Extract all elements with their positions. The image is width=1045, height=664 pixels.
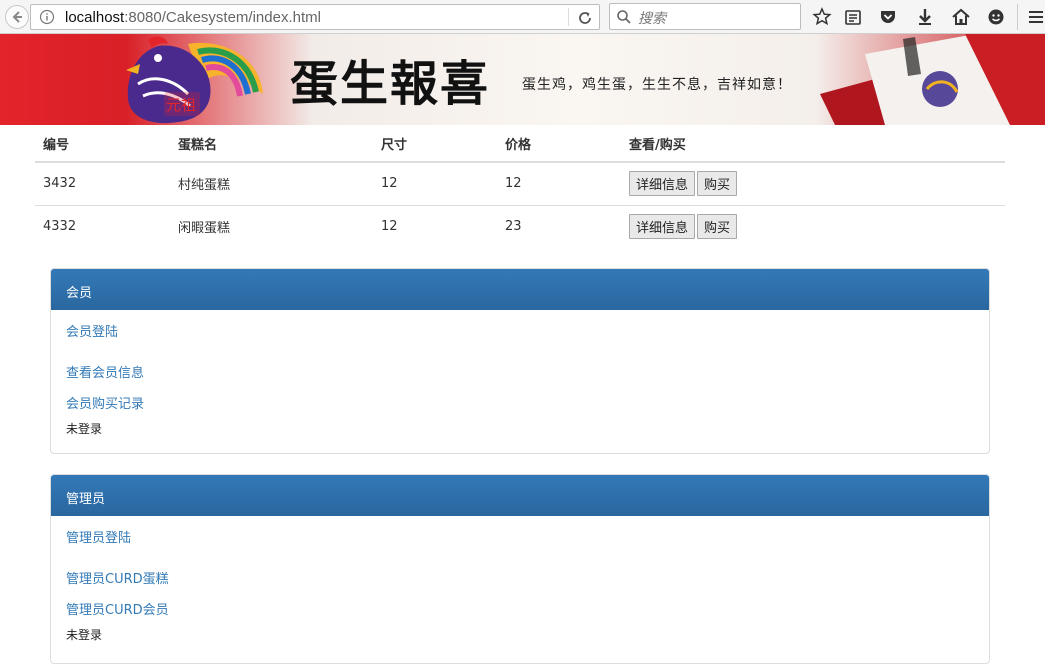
- view-member-info-link[interactable]: 查看会员信息: [66, 362, 974, 381]
- admin-curd-members-link[interactable]: 管理员CURD会员: [66, 599, 974, 618]
- browser-toolbar: localhost:8080/Cakesystem/index.html 搜索: [0, 0, 1045, 34]
- menu-icon[interactable]: [1025, 6, 1045, 28]
- cake-actions: 详细信息 购买: [621, 205, 1005, 248]
- admin-panel: 管理员 管理员登陆 管理员CURD蛋糕 管理员CURD会员 未登录: [50, 474, 990, 664]
- buy-button[interactable]: 购买: [697, 171, 738, 197]
- cake-actions: 详细信息 购买: [621, 162, 1005, 206]
- column-header-actions: 查看/购买: [621, 125, 1005, 163]
- table-row: 3432 村纯蛋糕 12 12 详细信息 购买: [35, 162, 1005, 206]
- cake-id: 4332: [43, 219, 77, 235]
- reading-list-icon[interactable]: [842, 6, 864, 28]
- buy-button[interactable]: 购买: [697, 214, 738, 240]
- cake-name: 村纯蛋糕: [170, 162, 373, 206]
- download-icon[interactable]: [914, 6, 936, 28]
- search-icon: [617, 10, 631, 24]
- cake-size: 12: [373, 162, 497, 206]
- banner-slogan: 蛋生鸡，鸡生蛋，生生不息，吉祥如意！: [522, 77, 792, 93]
- cake-size: 12: [381, 219, 398, 235]
- detail-button[interactable]: 详细信息: [629, 214, 696, 240]
- gift-box-image: [820, 34, 1045, 125]
- search-bar[interactable]: 搜索: [609, 3, 801, 30]
- cake-id: 3432: [35, 162, 170, 206]
- banner-title: 蛋生報喜: [290, 56, 491, 112]
- info-icon[interactable]: [39, 9, 55, 25]
- brand-seal-text: 元祖: [166, 96, 197, 114]
- member-login-link[interactable]: 会员登陆: [66, 321, 974, 340]
- url-path: :8080/Cakesystem/index.html: [124, 9, 321, 26]
- url-bar[interactable]: localhost:8080/Cakesystem/index.html: [30, 4, 600, 30]
- emoji-feedback-icon[interactable]: [985, 6, 1007, 28]
- member-purchase-records-link[interactable]: 会员购买记录: [66, 393, 974, 412]
- url-host: localhost: [65, 9, 125, 26]
- search-placeholder: 搜索: [638, 11, 666, 27]
- url-text[interactable]: localhost:8080/Cakesystem/index.html: [65, 9, 321, 26]
- cake-name: 闲暇蛋糕: [178, 221, 231, 237]
- detail-button[interactable]: 详细信息: [629, 171, 696, 197]
- cake-price: 12: [497, 162, 621, 206]
- back-arrow-icon: [12, 11, 22, 23]
- admin-panel-body: 管理员登陆 管理员CURD蛋糕 管理员CURD会员 未登录: [51, 516, 989, 653]
- banner: 元祖 蛋生報喜 蛋生鸡，鸡生蛋，生生不息，吉祥如意！: [0, 34, 1045, 125]
- table-header-row: 编号 蛋糕名 尺寸 价格 查看/购买: [35, 125, 1005, 163]
- admin-login-link[interactable]: 管理员登陆: [66, 527, 974, 546]
- column-header-id: 编号: [35, 125, 170, 163]
- cake-price: 23: [505, 219, 522, 235]
- admin-panel-heading: 管理员: [51, 475, 989, 516]
- cake-table: 编号 蛋糕名 尺寸 价格 查看/购买 3432 村纯蛋糕 12 12 详细信息购…: [35, 125, 1005, 248]
- column-header-size: 尺寸: [373, 125, 497, 163]
- bookmark-star-icon[interactable]: [811, 6, 833, 28]
- toolbar-divider: [1017, 4, 1018, 30]
- admin-login-status: 未登录: [66, 628, 103, 642]
- column-header-name: 蛋糕名: [170, 125, 373, 163]
- table-row: 4332 闲暇蛋糕 12 23 详细信息 购买: [35, 205, 1005, 248]
- url-separator: [568, 8, 569, 26]
- member-login-status: 未登录: [66, 422, 103, 436]
- member-panel-heading: 会员: [51, 269, 989, 310]
- pocket-icon[interactable]: [877, 6, 899, 28]
- admin-curd-cakes-link[interactable]: 管理员CURD蛋糕: [66, 568, 974, 587]
- column-header-price: 价格: [497, 125, 621, 163]
- member-panel-body: 会员登陆 查看会员信息 会员购买记录 未登录: [51, 310, 989, 447]
- back-button[interactable]: [5, 5, 29, 29]
- member-panel: 会员 会员登陆 查看会员信息 会员购买记录 未登录: [50, 268, 990, 454]
- home-icon[interactable]: [950, 6, 972, 28]
- reload-icon[interactable]: [576, 9, 594, 27]
